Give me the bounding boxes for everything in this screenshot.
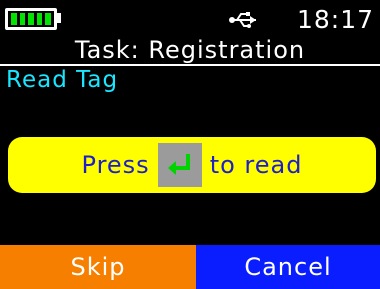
read-prompt-panel: Press to read <box>8 137 376 193</box>
prompt-text-before: Press <box>81 151 150 179</box>
page-title: Task: Registration <box>74 36 306 64</box>
skip-button[interactable]: Skip <box>0 245 196 289</box>
clock: 18:17 <box>296 5 374 34</box>
usb-icon <box>229 12 256 28</box>
status-bar: 18:17 <box>0 0 380 36</box>
prompt-text-after: to read <box>209 151 303 179</box>
softkey-bar: Skip Cancel <box>0 245 380 289</box>
battery-tip <box>57 13 61 23</box>
cancel-button[interactable]: Cancel <box>196 245 380 289</box>
battery-icon <box>5 8 57 30</box>
section-title: Read Tag <box>6 67 119 93</box>
enter-key-icon <box>157 143 202 187</box>
